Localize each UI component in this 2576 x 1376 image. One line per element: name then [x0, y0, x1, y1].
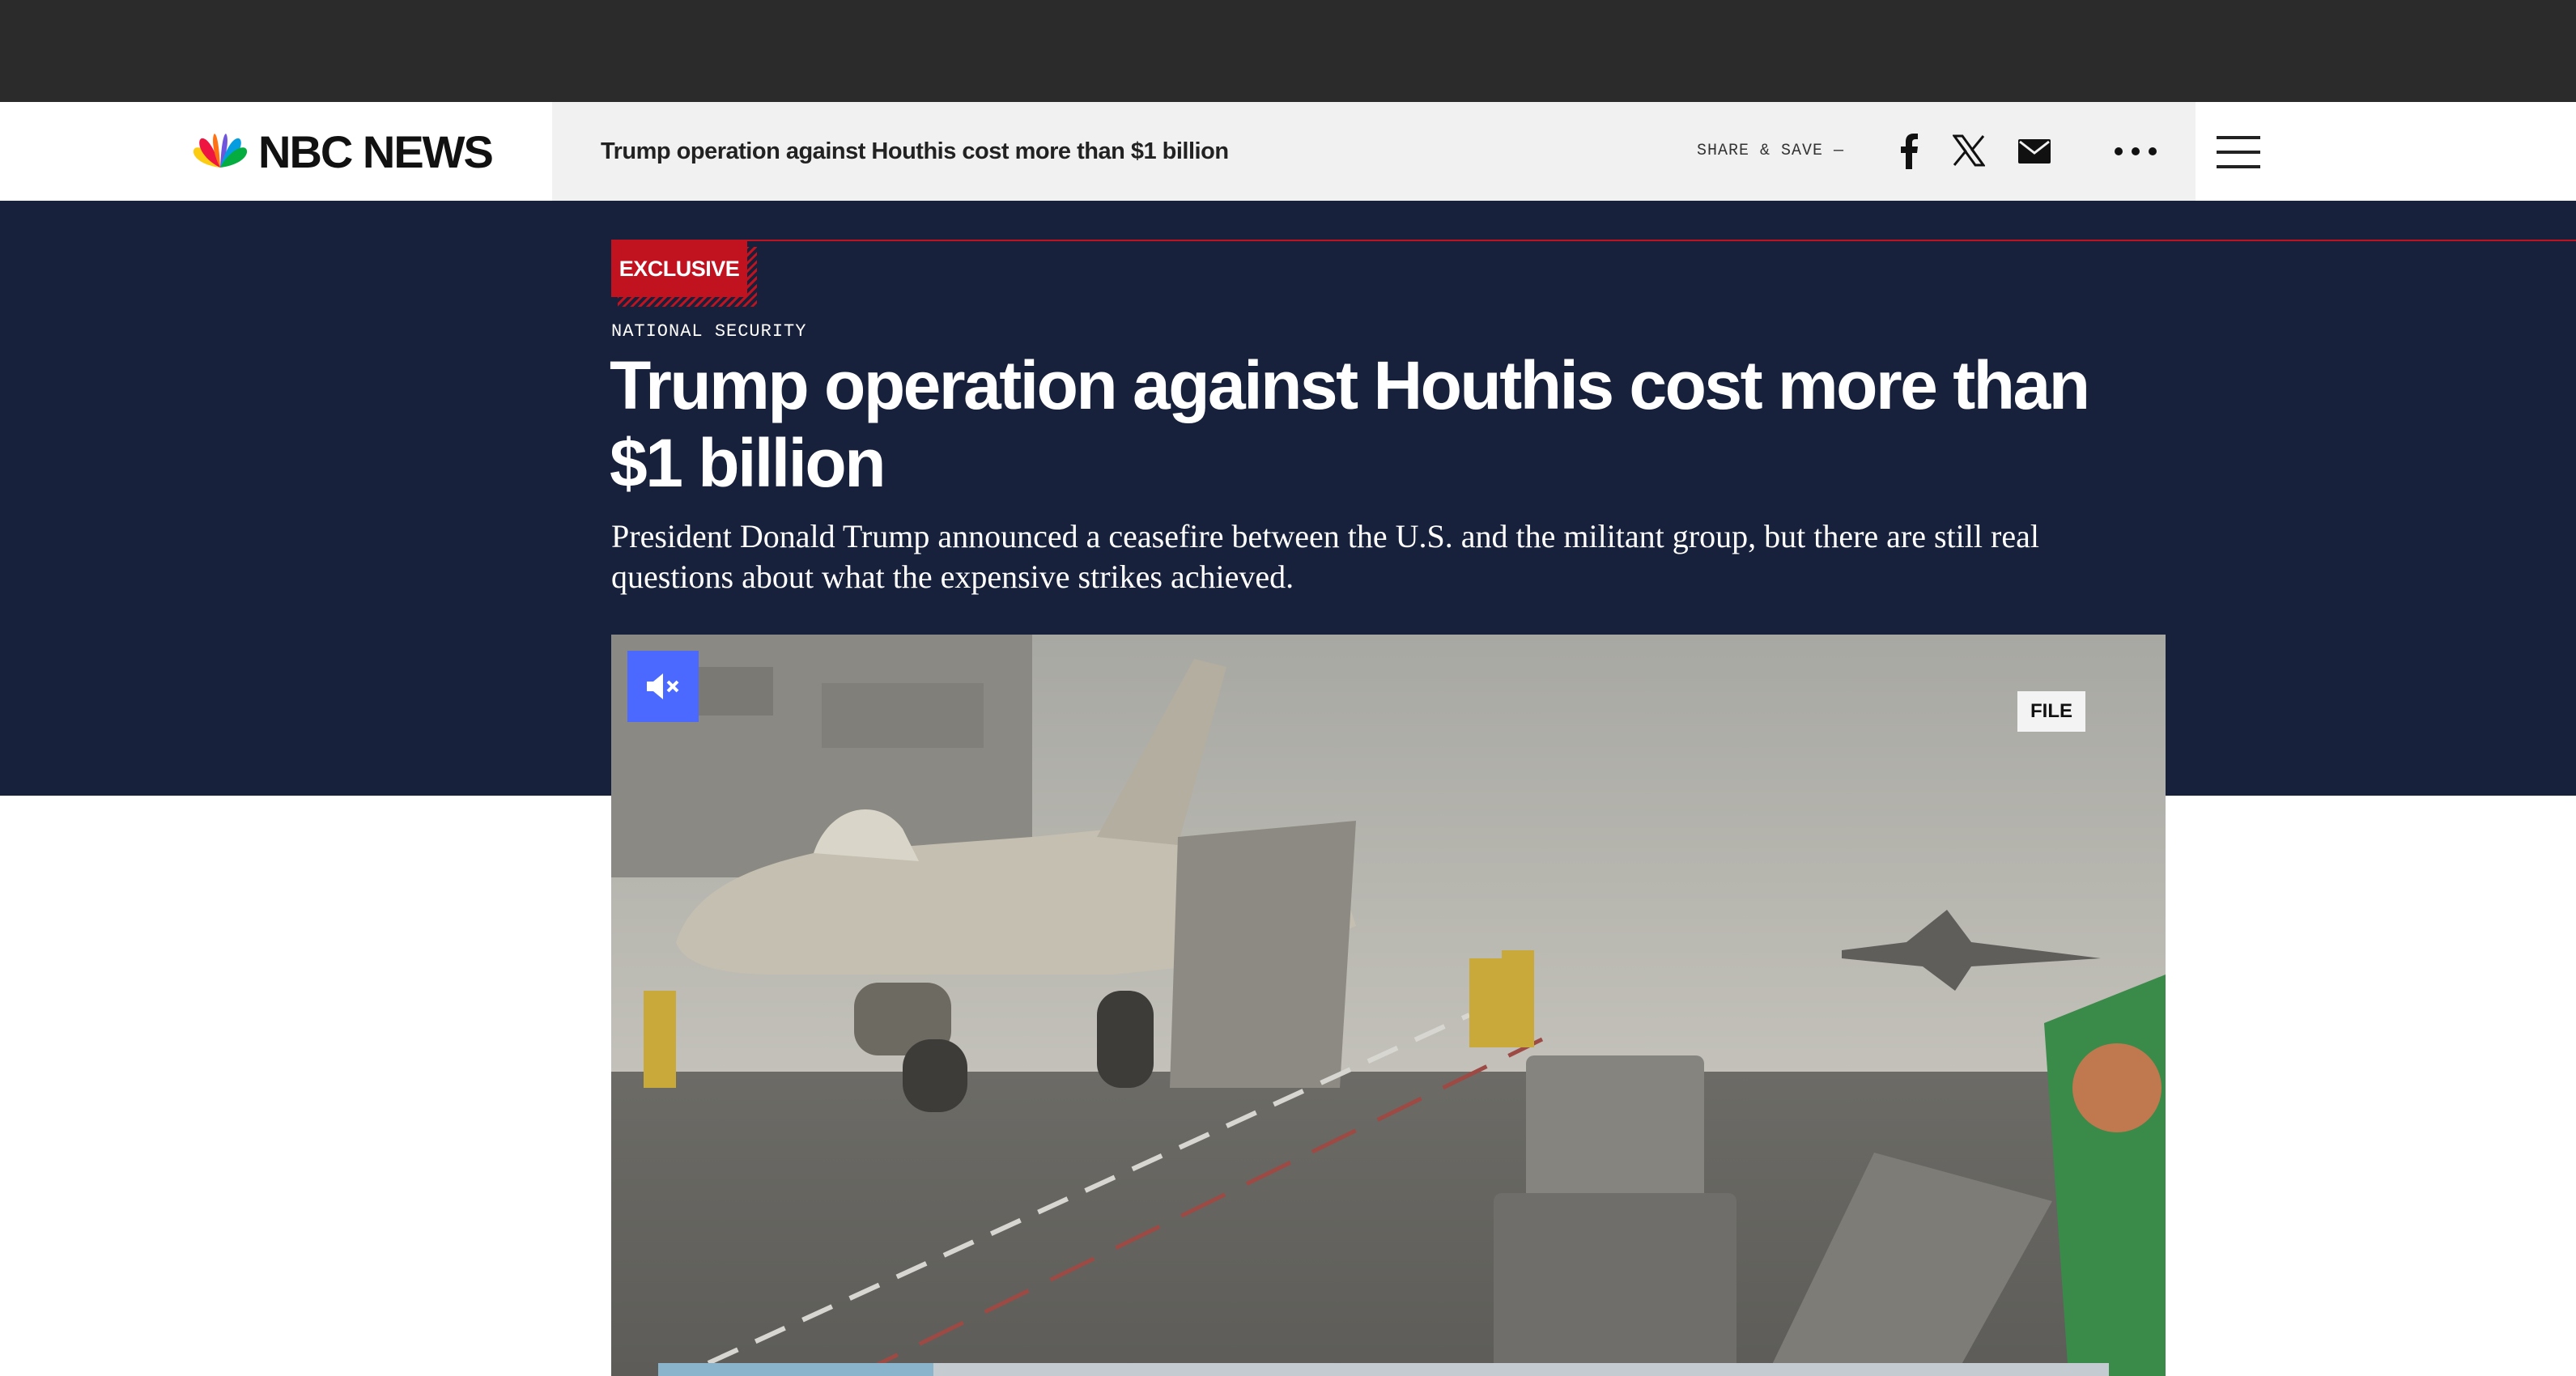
video-frame-scene — [611, 635, 2166, 1376]
accent-rule — [611, 240, 2576, 241]
mute-button[interactable] — [627, 651, 699, 722]
article-dek: President Donald Trump announced a cease… — [611, 518, 2039, 595]
more-icon[interactable] — [2106, 132, 2165, 171]
article-headline: Trump operation against Houthis cost mor… — [610, 347, 2090, 501]
brand-name: NBC NEWS — [258, 125, 494, 177]
speaker-muted-icon — [647, 673, 679, 699]
exclusive-label: EXCLUSIVE — [611, 240, 747, 297]
section-kicker[interactable]: NATIONAL SECURITY — [611, 321, 806, 342]
share-save-label[interactable]: SHARE & SAVE — — [1697, 102, 1844, 201]
mail-icon[interactable] — [2015, 132, 2054, 171]
browser-top-bar — [0, 0, 2576, 102]
x-icon[interactable] — [1949, 131, 1988, 170]
facebook-icon[interactable] — [1889, 132, 1928, 171]
sticky-article-title: Trump operation against Houthis cost mor… — [601, 138, 1229, 164]
video-progress-fill — [658, 1363, 934, 1376]
menu-icon[interactable] — [2217, 133, 2262, 172]
video-progress-bar[interactable] — [658, 1363, 2109, 1376]
site-header: NBC NEWS Trump operation against Houthis… — [0, 102, 2576, 201]
exclusive-badge: EXCLUSIVE — [611, 240, 757, 307]
sticky-share-bar: Trump operation against Houthis cost mor… — [552, 102, 2196, 201]
file-footage-tag: FILE — [2017, 691, 2085, 732]
video-player[interactable]: FILE — [611, 635, 2166, 1376]
nbc-news-logo[interactable]: NBC NEWS — [190, 102, 494, 201]
peacock-icon — [193, 134, 248, 168]
